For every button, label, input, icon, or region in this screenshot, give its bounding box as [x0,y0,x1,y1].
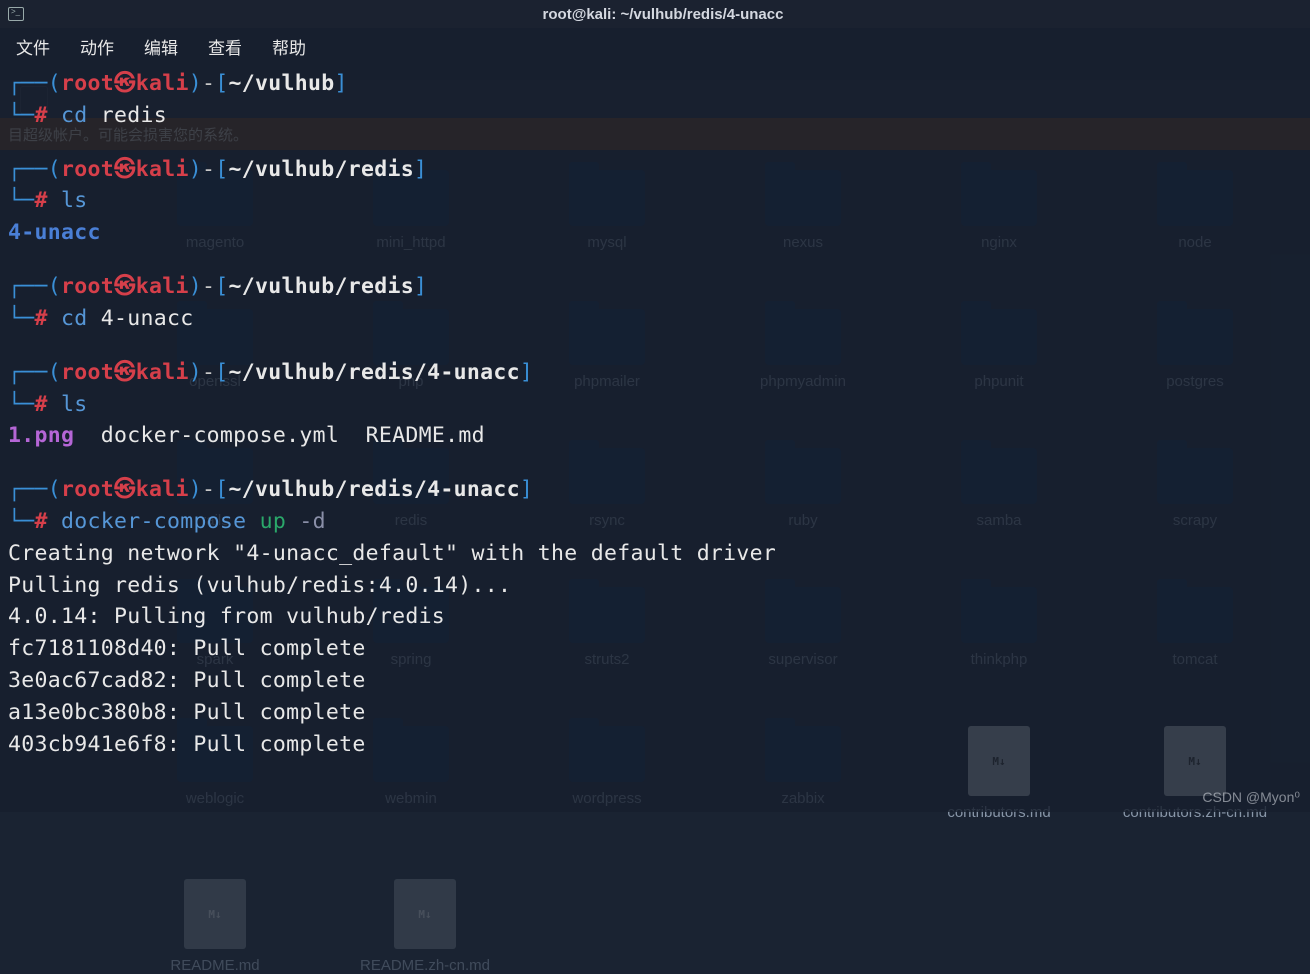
prompt-path: ~/vulhub/redis [229,274,414,299]
file-label: README.md [170,957,259,974]
file-label: README.zh-cn.md [360,957,490,974]
output-line: 1.png docker-compose.yml README.md [8,420,1302,452]
prompt-path: ~/vulhub [229,71,335,96]
command-line: └─# cd 4-unacc [8,303,1302,335]
prompt-line: ┌──(root㉿kali)-[~/vulhub/redis/4-unacc] [8,357,1302,389]
markdown-file-icon: M↓ [394,879,456,949]
terminal-window[interactable]: root@kali: ~/vulhub/redis/4-unacc 文件 动作 … [0,0,1310,812]
prompt-path: ~/vulhub/redis/4-unacc [229,360,520,385]
titlebar[interactable]: root@kali: ~/vulhub/redis/4-unacc [0,0,1310,28]
output-line: 4.0.14: Pulling from vulhub/redis [8,601,1302,633]
prompt-hash: # [35,103,48,128]
ls-output-file: docker-compose.yml [101,423,339,448]
output-line: Pulling redis (vulhub/redis:4.0.14)... [8,570,1302,602]
file-item: M↓ README.zh-cn.md [350,879,500,974]
cmd-arg: 4-unacc [101,306,194,331]
window-title: root@kali: ~/vulhub/redis/4-unacc [24,6,1302,23]
ls-output-image: 1.png [8,423,74,448]
menu-view[interactable]: 查看 [208,34,242,59]
ls-output-dir: 4-unacc [8,220,101,245]
prompt-symbol: ㉿ [114,71,136,96]
cmd-ls: ls [61,188,88,213]
watermark: CSDN @Myon⁰ [1202,789,1300,806]
cmd-cd: cd [61,306,88,331]
menu-edit[interactable]: 编辑 [144,34,178,59]
prompt-line: ┌──(root㉿kali)-[~/vulhub/redis] [8,271,1302,303]
command-line: └─# cd redis [8,100,1302,132]
prompt-line: ┌──(root㉿kali)-[~/vulhub/redis] [8,154,1302,186]
cmd-arg: redis [101,103,167,128]
cmd-cd: cd [61,103,88,128]
output-line: 4-unacc [8,217,1302,249]
cmd-opt-d: -d [299,509,326,534]
cmd-arg-up: up [260,509,287,534]
prompt-line: ┌──(root㉿kali)-[~/vulhub] [8,68,1302,100]
cmd-ls: ls [61,392,88,417]
prompt-path: ~/vulhub/redis [229,157,414,182]
prompt-path: ~/vulhub/redis/4-unacc [229,477,520,502]
markdown-file-icon: M↓ [184,879,246,949]
menu-file[interactable]: 文件 [16,34,50,59]
prompt-line: ┌──(root㉿kali)-[~/vulhub/redis/4-unacc] [8,474,1302,506]
command-line: └─# docker-compose up -d [8,506,1302,538]
prompt-user: root [61,71,114,96]
menu-action[interactable]: 动作 [80,34,114,59]
terminal-icon [8,7,24,21]
file-item: M↓ README.md [140,879,290,974]
output-line: Creating network "4-unacc_default" with … [8,538,1302,570]
menubar: 文件 动作 编辑 查看 帮助 [0,28,1310,64]
menu-help[interactable]: 帮助 [272,34,306,59]
command-line: └─# ls [8,185,1302,217]
ls-output-file: README.md [366,423,485,448]
output-line: a13e0bc380b8: Pull complete [8,697,1302,729]
cmd-docker-compose: docker-compose [61,509,246,534]
bg-row: M↓ README.md M↓ README.zh-cn.md [140,879,1270,974]
terminal-body[interactable]: ┌──(root㉿kali)-[~/vulhub] └─# cd redis ┌… [0,64,1310,764]
prompt-host: kali [136,71,189,96]
output-line: fc7181108d40: Pull complete [8,633,1302,665]
command-line: └─# ls [8,389,1302,421]
output-line: 403cb941e6f8: Pull complete [8,729,1302,761]
output-line: 3e0ac67cad82: Pull complete [8,665,1302,697]
